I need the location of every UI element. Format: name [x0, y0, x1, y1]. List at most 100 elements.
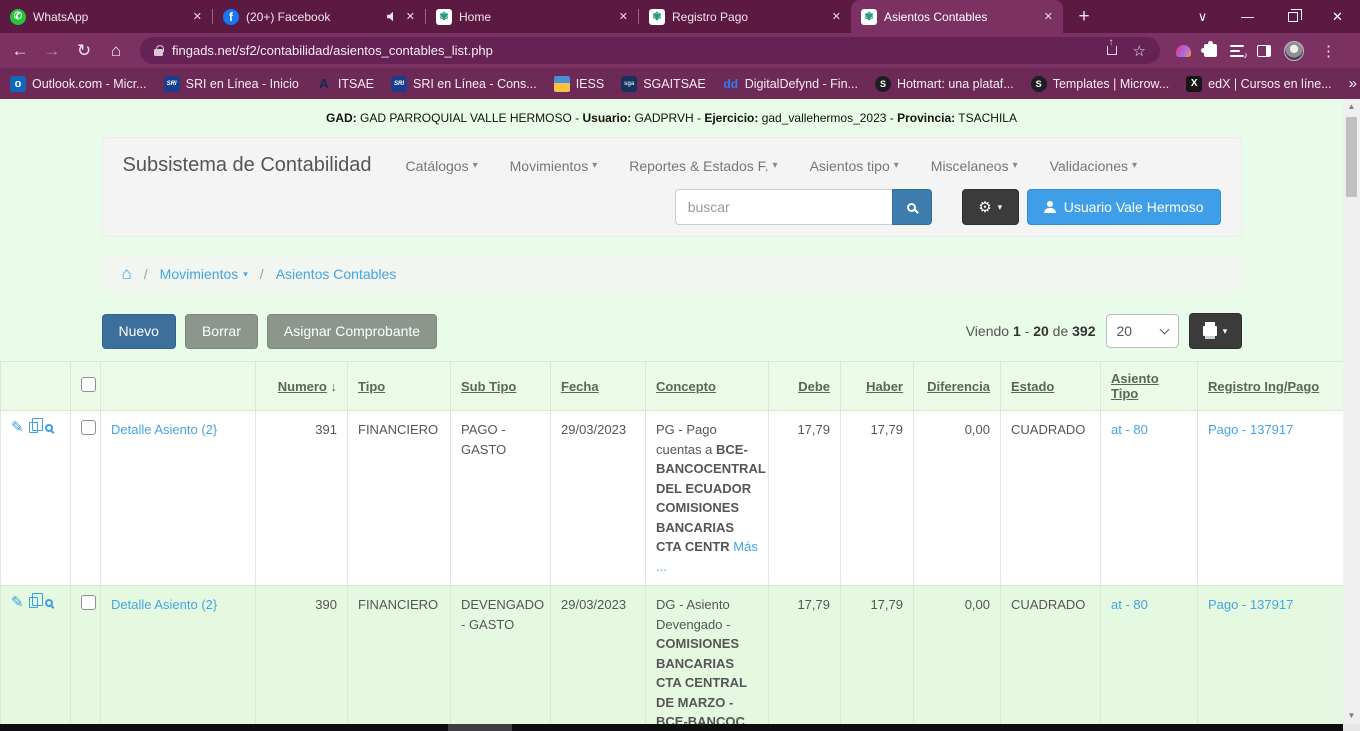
vertical-scrollbar[interactable]: ▲ ▼ [1343, 99, 1360, 724]
paging-controls: Viendo 1 - 20 de 392 20 ▾ [966, 313, 1242, 349]
hscrollbar-thumb[interactable] [448, 724, 512, 731]
bookmark-sgaitsae[interactable]: sgaSGAITSAE [621, 76, 706, 92]
tab-search-chevron-icon[interactable]: ∨ [1180, 0, 1225, 33]
sort-diferencia[interactable]: Diferencia [927, 379, 990, 394]
maximize-button[interactable] [1270, 0, 1315, 33]
registro-pago-link[interactable]: Pago - 137917 [1208, 422, 1293, 437]
tab-audio-icon[interactable] [387, 12, 397, 22]
tab-facebook[interactable]: f (20+) Facebook ✕ [213, 0, 425, 33]
side-panel-icon[interactable] [1257, 45, 1271, 57]
edit-icon[interactable]: ✎ [11, 420, 24, 435]
row-checkbox[interactable] [81, 595, 96, 610]
profile-avatar[interactable] [1284, 41, 1304, 61]
col-actions [1, 362, 71, 411]
col-numero: Numero ↓ [256, 362, 348, 411]
tab-whatsapp[interactable]: ✆ WhatsApp ✕ [0, 0, 212, 33]
bookmark-sri-consultas[interactable]: SRISRI en Línea - Cons... [391, 76, 537, 92]
bookmark-outlook[interactable]: oOutlook.com - Micr... [10, 76, 147, 92]
back-button[interactable]: ← [6, 37, 34, 65]
menu-reportes[interactable]: Reportes & Estados F.▾ [629, 158, 777, 174]
bookmark-star-icon[interactable]: ☆ [1133, 42, 1146, 60]
bookmark-hotmart[interactable]: SHotmart: una plataf... [875, 76, 1014, 92]
menu-asientos-tipo[interactable]: Asientos tipo▾ [810, 158, 899, 174]
weather-extension-icon[interactable] [1176, 45, 1191, 57]
reload-button[interactable]: ↻ [70, 37, 98, 65]
new-tab-button[interactable]: + [1069, 3, 1099, 31]
bookmark-edx[interactable]: XedX | Cursos en líne... [1186, 76, 1331, 92]
scrollbar-thumb[interactable] [1346, 117, 1357, 197]
sort-debe[interactable]: Debe [798, 379, 830, 394]
sort-tipo[interactable]: Tipo [358, 379, 385, 394]
menu-movimientos[interactable]: Movimientos▾ [510, 158, 598, 174]
url-text[interactable]: fingads.net/sf2/contabilidad/asientos_co… [172, 43, 493, 58]
horizontal-scrollbar[interactable] [0, 724, 1343, 731]
reading-list-icon[interactable]: ♪ [1230, 45, 1244, 57]
tab-close-icon[interactable]: ✕ [191, 10, 204, 23]
breadcrumb-current[interactable]: Asientos Contables [276, 266, 397, 282]
menu-validaciones[interactable]: Validaciones▾ [1050, 158, 1137, 174]
extensions-puzzle-icon[interactable] [1204, 44, 1217, 57]
row-checkbox[interactable] [81, 420, 96, 435]
bookmark-templates[interactable]: STemplates | Microw... [1031, 76, 1169, 92]
select-all-checkbox[interactable] [81, 377, 96, 392]
tab-registro-pago[interactable]: ✾ Registro Pago ✕ [639, 0, 851, 33]
menu-miscelaneos[interactable]: Miscelaneos▾ [931, 158, 1018, 174]
edit-icon[interactable]: ✎ [11, 595, 24, 610]
view-icon[interactable] [45, 599, 53, 607]
sort-asiento-tipo[interactable]: Asiento Tipo [1111, 371, 1159, 401]
registro-pago-link[interactable]: Pago - 137917 [1208, 597, 1293, 612]
minimize-button[interactable]: — [1225, 0, 1270, 33]
tab-asientos-contables-active[interactable]: ✾ Asientos Contables ✕ [851, 0, 1063, 33]
home-icon[interactable]: ⌂ [122, 264, 132, 284]
caret-down-icon: ▾ [1132, 160, 1137, 171]
print-dropdown-button[interactable]: ▾ [1189, 313, 1242, 349]
lock-icon[interactable] [154, 49, 163, 56]
copy-icon[interactable] [29, 597, 38, 608]
search-icon [907, 203, 916, 212]
tab-close-icon[interactable]: ✕ [617, 10, 630, 23]
user-button[interactable]: Usuario Vale Hermoso [1027, 189, 1221, 225]
asignar-comprobante-button[interactable]: Asignar Comprobante [267, 314, 437, 349]
view-icon[interactable] [45, 424, 53, 432]
detalle-asiento-link[interactable]: Detalle Asiento (2} [111, 422, 217, 437]
browser-menu-icon[interactable]: ⋮ [1317, 42, 1340, 60]
sort-sub-tipo[interactable]: Sub Tipo [461, 379, 516, 394]
page-size-select[interactable]: 20 [1106, 314, 1179, 348]
ejercicio-value: gad_vallehermos_2023 - [758, 111, 897, 125]
settings-dropdown-button[interactable]: ⚙▾ [962, 189, 1019, 225]
sort-estado[interactable]: Estado [1011, 379, 1054, 394]
tab-close-icon[interactable]: ✕ [830, 10, 843, 23]
nuevo-button[interactable]: Nuevo [102, 314, 176, 349]
bookmarks-overflow-icon[interactable]: » [1349, 75, 1357, 92]
search-input[interactable] [675, 189, 892, 225]
bookmark-itsae[interactable]: AITSAE [316, 76, 374, 92]
sort-haber[interactable]: Haber [866, 379, 903, 394]
close-window-button[interactable]: ✕ [1315, 0, 1360, 33]
sort-concepto[interactable]: Concepto [656, 379, 716, 394]
search-button[interactable] [892, 189, 932, 225]
scroll-up-icon[interactable]: ▲ [1348, 99, 1356, 115]
fingads-favicon: ✾ [649, 9, 665, 25]
tab-home[interactable]: ✾ Home ✕ [426, 0, 638, 33]
bookmark-iess[interactable]: IESS [554, 76, 605, 92]
address-bar[interactable]: fingads.net/sf2/contabilidad/asientos_co… [140, 37, 1160, 64]
sort-numero[interactable]: Numero [278, 379, 327, 394]
tab-close-icon[interactable]: ✕ [404, 10, 417, 23]
tab-close-icon[interactable]: ✕ [1042, 10, 1055, 23]
sort-fecha[interactable]: Fecha [561, 379, 599, 394]
scroll-down-icon[interactable]: ▼ [1348, 708, 1356, 724]
bookmark-sri-inicio[interactable]: SRISRI en Línea - Inicio [164, 76, 299, 92]
detalle-asiento-link[interactable]: Detalle Asiento (2} [111, 597, 217, 612]
asiento-tipo-link[interactable]: at - 80 [1111, 597, 1148, 612]
home-button[interactable]: ⌂ [102, 37, 130, 65]
copy-icon[interactable] [29, 422, 38, 433]
sort-registro[interactable]: Registro Ing/Pago [1208, 379, 1319, 394]
cell-haber: 17,79 [841, 411, 914, 586]
asiento-tipo-link[interactable]: at - 80 [1111, 422, 1148, 437]
bookmark-digitaldefynd[interactable]: ddDigitalDefynd - Fin... [723, 76, 858, 92]
menu-catalogos[interactable]: Catálogos▾ [406, 158, 478, 174]
breadcrumb-movimientos[interactable]: Movimientos▾ [160, 266, 248, 282]
forward-button[interactable]: → [38, 37, 66, 65]
share-icon[interactable]: ↑ [1107, 46, 1117, 55]
borrar-button[interactable]: Borrar [185, 314, 258, 349]
